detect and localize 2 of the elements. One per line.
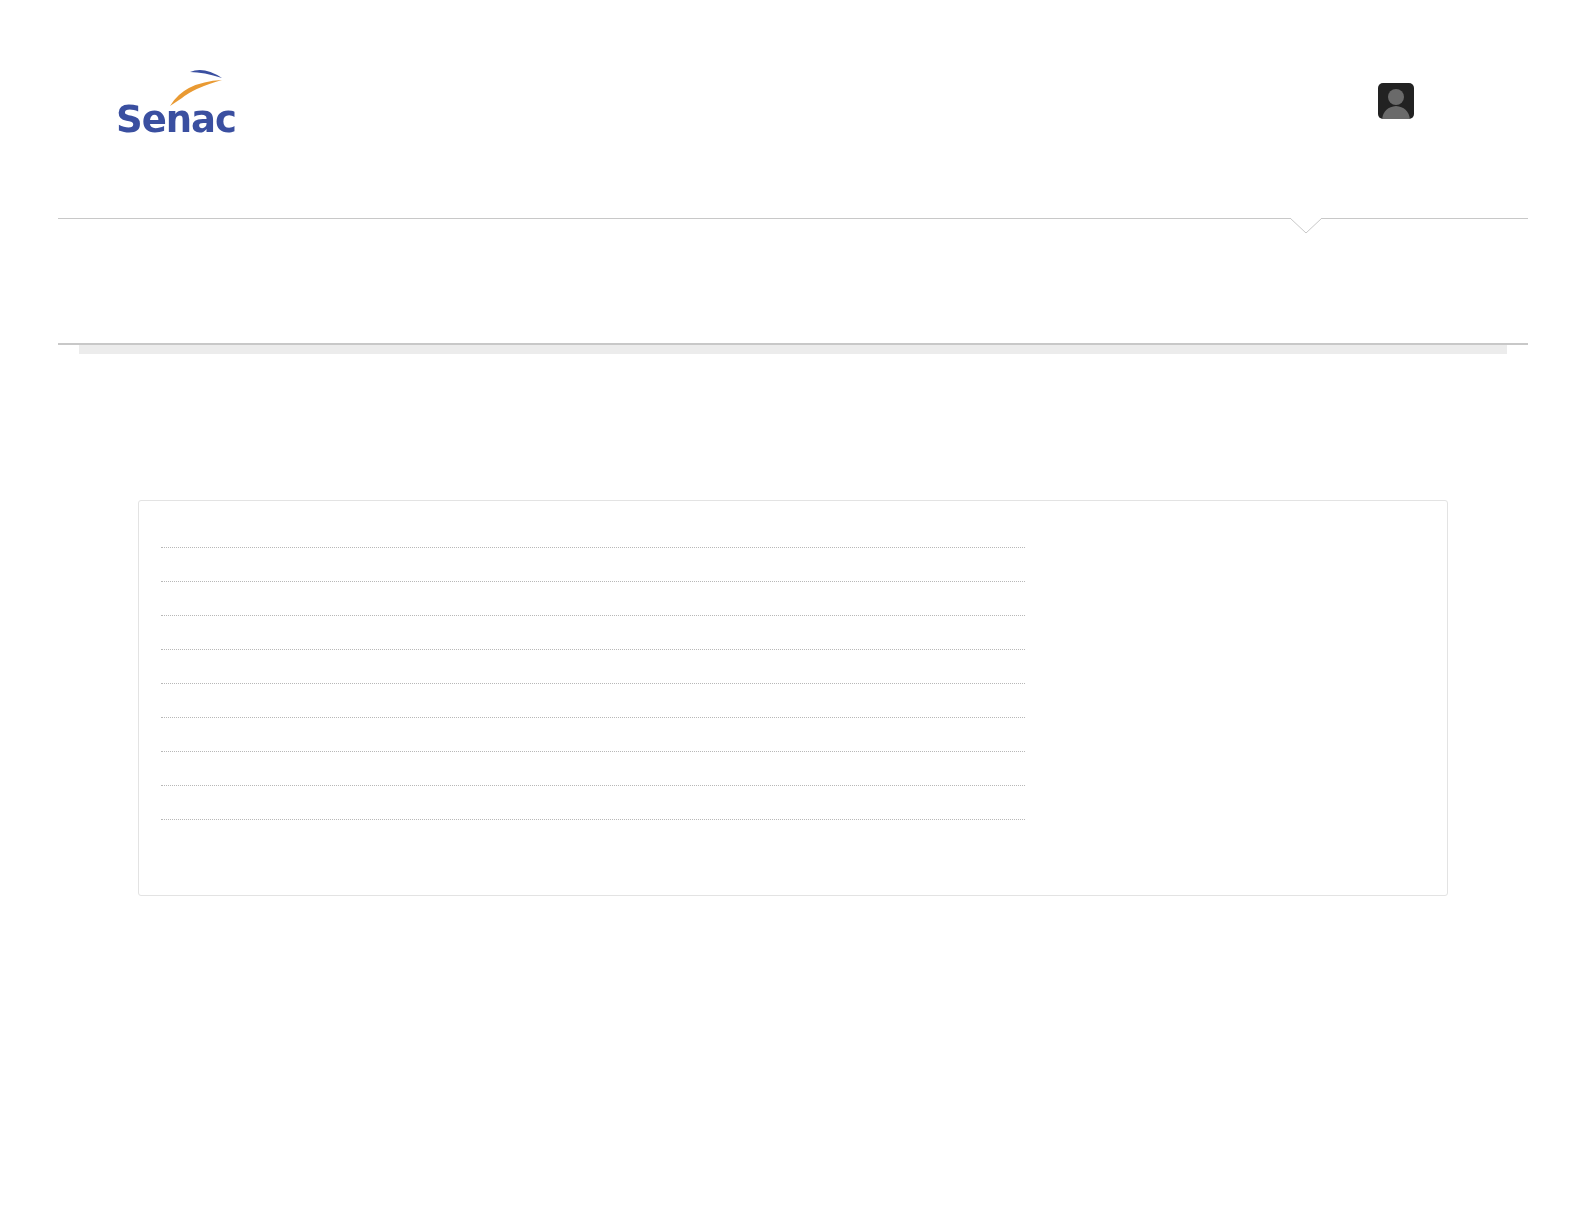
avatar-icon[interactable] — [1378, 83, 1414, 119]
logo-text: Senac — [116, 102, 236, 138]
